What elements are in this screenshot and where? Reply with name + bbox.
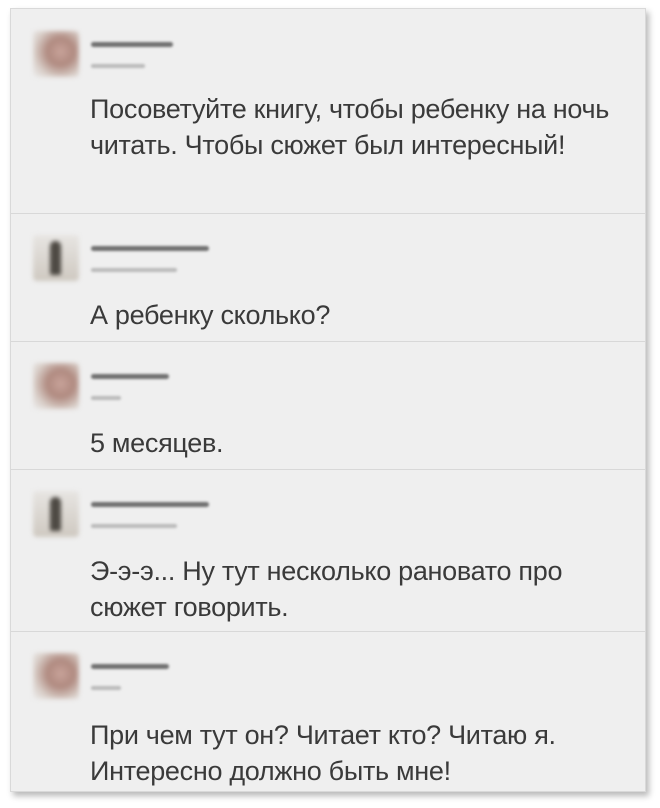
comment-thread: Посоветуйте книгу, чтобы ребенку на ночь… [10,8,646,792]
user-avatar-icon[interactable] [33,491,79,537]
author-name-blurred[interactable] [91,664,169,669]
author-name-blurred[interactable] [91,246,209,251]
user-avatar-icon[interactable] [33,363,79,409]
comment-text: При чем тут он? Читает кто? Читаю я. Инт… [90,720,556,786]
timestamp-blurred [91,686,121,690]
author-name-blurred[interactable] [91,502,209,507]
comment-item: При чем тут он? Читает кто? Читаю я. Инт… [11,631,645,791]
comment-item: А ребенку сколько? [11,213,645,342]
author-name-blurred[interactable] [91,374,169,379]
timestamp-blurred [91,64,145,68]
comment-text: Э-э-э... Ну тут несколько рановато про с… [90,556,563,622]
user-avatar-icon[interactable] [33,653,79,699]
author-name-blurred[interactable] [91,42,173,47]
comment-text: А ребенку сколько? [90,300,331,330]
timestamp-blurred [91,396,121,400]
user-avatar-icon[interactable] [33,235,79,281]
comment-text: 5 месяцев. [90,428,224,458]
user-avatar-icon[interactable] [33,31,79,77]
comment-item: Посоветуйте книгу, чтобы ребенку на ночь… [11,9,645,214]
timestamp-blurred [91,268,177,272]
comment-text: Посоветуйте книгу, чтобы ребенку на ночь… [90,94,610,160]
comment-item: Э-э-э... Ну тут несколько рановато про с… [11,469,645,632]
comment-item: 5 месяцев. [11,341,645,470]
timestamp-blurred [91,524,177,528]
